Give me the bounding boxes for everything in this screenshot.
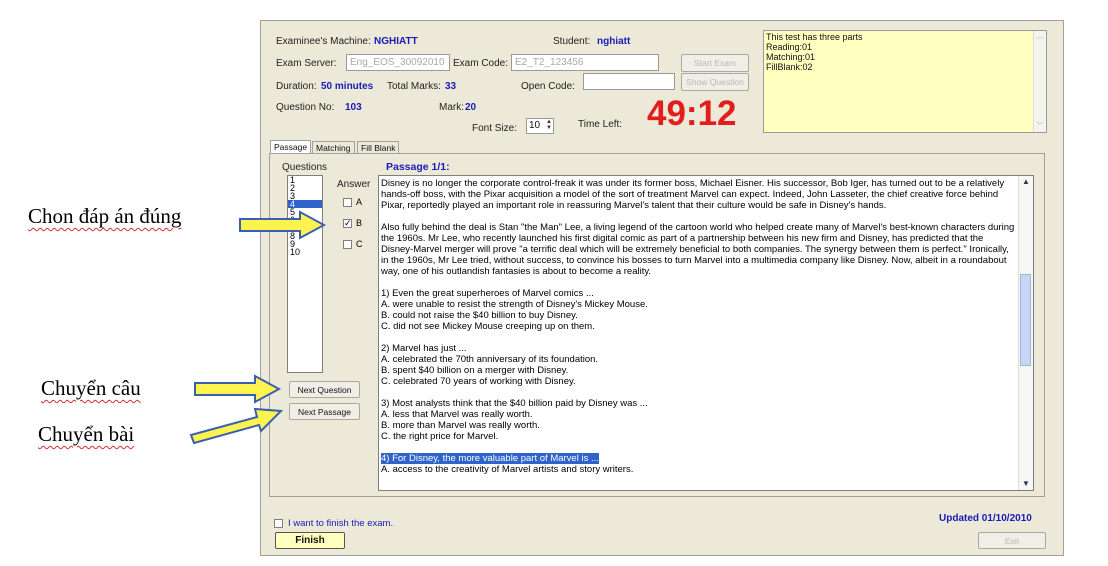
finish-button[interactable]: Finish <box>275 532 345 549</box>
passage-selection: 4) For Disney, the more valuable part of… <box>381 453 599 464</box>
spinner-arrows-icon[interactable]: ▲ ▼ <box>546 119 552 131</box>
scroll-up-icon[interactable]: ︿ <box>1034 31 1046 41</box>
exit-button[interactable]: Exit <box>978 532 1046 549</box>
answer-option[interactable]: A <box>343 197 362 207</box>
test-info-box: This test has three parts Reading:01 Match… <box>763 30 1047 133</box>
answer-option-label: A <box>356 197 363 207</box>
test-info-line: This test has three parts <box>766 32 863 42</box>
finish-checkbox-label: I want to finish the exam. <box>288 518 394 529</box>
scroll-thumb[interactable] <box>1020 274 1031 366</box>
passage-paragraph: 3) Most analysts think that the $40 bill… <box>381 398 648 442</box>
server-label: Exam Server: <box>276 58 337 69</box>
answer-option-label: C <box>356 239 363 249</box>
annotation-next-question: Chuyển câu <box>41 376 141 400</box>
show-question-button[interactable]: Show Question <box>681 73 749 91</box>
start-exam-button[interactable]: Start Exam <box>681 54 749 72</box>
open-code-field[interactable] <box>583 73 675 90</box>
tab-panel: Questions 12345678910 Answer A✓BC Next Q… <box>269 153 1045 497</box>
answer-option[interactable]: ✓ B <box>343 218 362 228</box>
total-marks-label: Total Marks: <box>387 81 441 92</box>
answer-checkbox[interactable] <box>343 239 352 249</box>
mark-value: 20 <box>465 102 477 113</box>
passage-scrollbar[interactable]: ▲ ▼ <box>1018 176 1033 490</box>
answer-label: Answer <box>337 179 371 190</box>
passage-paragraph: 1) Even the great superheroes of Marvel … <box>381 288 648 332</box>
student-label: Student: <box>553 36 591 47</box>
timer: 49:12 <box>647 94 737 133</box>
next-question-button[interactable]: Next Question <box>289 381 360 398</box>
arrow-next-passage-icon <box>189 407 284 445</box>
question-item[interactable]: 10 <box>288 248 322 257</box>
questions-label: Questions <box>282 162 328 173</box>
question-no-value: 103 <box>345 102 362 113</box>
answer-checkbox[interactable] <box>343 197 352 207</box>
server-field[interactable]: Eng_EOS_30092010 <box>346 54 450 71</box>
next-passage-button[interactable]: Next Passage <box>289 403 360 420</box>
font-size-spinner[interactable]: 10 ▲ ▼ <box>526 118 554 134</box>
test-info-line: FillBlank:02 <box>766 62 813 72</box>
info-scrollbar[interactable]: ︿ ﹀ <box>1033 31 1046 132</box>
total-marks-value: 33 <box>445 81 457 92</box>
machine-value: NGHIATT <box>374 36 418 47</box>
annotation-choose-answer: Chon đáp án đúng <box>28 204 182 228</box>
passage-text: Disney is no longer the corporate contro… <box>381 178 1017 486</box>
updated-label: Updated 01/10/2010 <box>939 513 1032 524</box>
passage-title: Passage 1/1: <box>386 161 450 173</box>
arrow-next-question-icon <box>194 374 282 404</box>
mark-label: Mark: <box>439 102 464 113</box>
tab-passage[interactable]: Passage <box>270 140 312 153</box>
answer-option[interactable]: C <box>343 239 363 249</box>
machine-label: Examinee's Machine: <box>276 36 371 47</box>
answer-checkbox[interactable]: ✓ <box>343 218 352 228</box>
test-info-line: Matching:01 <box>766 52 816 62</box>
exam-window: Examinee's Machine: NGHIATT Student: ngh… <box>260 20 1064 556</box>
finish-checkbox[interactable] <box>274 519 283 528</box>
test-info-text: This test has three parts Reading:01 Match… <box>766 32 863 72</box>
answer-option-label: B <box>356 218 363 228</box>
font-size-value: 10 <box>529 120 541 131</box>
passage-paragraph: 2) Marvel has just ... A. celebrated the… <box>381 343 599 387</box>
passage-paragraph: A. access to the creativity of Marvel ar… <box>381 464 634 475</box>
test-info-line: Reading:01 <box>766 42 813 52</box>
time-left-label: Time Left: <box>578 119 623 130</box>
passage-highlighted-question: 4) For Disney, the more valuable part of… <box>381 453 1017 464</box>
passage-paragraph: Also fully behind the deal is Stan "the … <box>381 222 1015 277</box>
passage-paragraph: Disney is no longer the corporate contro… <box>381 178 1005 211</box>
scroll-down-icon[interactable]: ﹀ <box>1034 121 1046 131</box>
font-size-label: Font Size: <box>472 123 518 134</box>
duration-label: Duration: <box>276 81 317 92</box>
exam-code-field[interactable]: E2_T2_123456 <box>511 54 659 71</box>
passage-box[interactable]: Disney is no longer the corporate contro… <box>378 175 1034 491</box>
student-value: nghiatt <box>597 36 631 47</box>
question-no-label: Question No: <box>276 102 335 113</box>
arrow-choose-answer-icon <box>239 210 327 240</box>
open-code-label: Open Code: <box>521 81 575 92</box>
scroll-up-icon[interactable]: ▲ <box>1019 176 1033 188</box>
duration-value: 50 minutes <box>321 81 374 92</box>
question-list[interactable]: 12345678910 <box>287 175 323 373</box>
annotation-next-passage: Chuyển bài <box>38 422 135 446</box>
scroll-down-icon[interactable]: ▼ <box>1019 478 1033 490</box>
exam-code-label: Exam Code: <box>453 58 509 69</box>
